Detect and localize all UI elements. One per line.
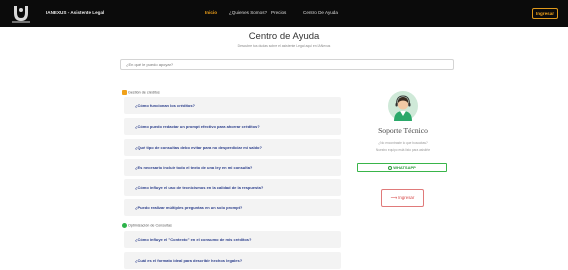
search-input[interactable] bbox=[120, 59, 454, 70]
section-title-label: Gestión de créditos bbox=[128, 90, 160, 95]
faq-item[interactable]: ¿Qué tipo de consultas debo evitar para … bbox=[124, 139, 341, 156]
section-title-label: Optimización de Consultas bbox=[128, 223, 172, 228]
nav-link-precios[interactable]: Precios bbox=[271, 10, 286, 15]
faq-item[interactable]: ¿Puedo realizar múltiples preguntas en u… bbox=[124, 199, 341, 216]
support-title: Soporte Técnico bbox=[378, 126, 428, 135]
section-title-optimizacion-consultas: Optimización de Consultas bbox=[122, 223, 172, 228]
faq-question[interactable]: ¿Cuál es el formato ideal para describir… bbox=[135, 258, 242, 263]
nav-link-centro-de-ayuda[interactable]: Centro De Ayuda bbox=[303, 10, 338, 15]
section-title-gestion-creditos: Gestión de créditos bbox=[122, 90, 160, 95]
support-text: ¿No encontraste lo que buscabas? bbox=[378, 141, 428, 145]
login-arrow-icon: ⟶ bbox=[390, 195, 397, 200]
support-text: Nuestro equipo está listo para asistirte bbox=[375, 148, 431, 152]
faq-question[interactable]: ¿Puedo realizar múltiples preguntas en u… bbox=[135, 205, 242, 210]
check-circle-icon bbox=[122, 223, 127, 228]
support-login-label: Ingresar bbox=[398, 195, 415, 200]
page-subtitle: Descubre tus dudas sobre el asistente Le… bbox=[237, 44, 331, 48]
whatsapp-icon bbox=[388, 165, 393, 170]
faq-item[interactable]: ¿Cómo puedo redactar un prompt efectivo … bbox=[124, 118, 341, 135]
coin-icon bbox=[122, 90, 127, 95]
support-login-button[interactable]: ⟶ Ingresar bbox=[381, 189, 424, 207]
support-agent-icon bbox=[388, 91, 418, 121]
nav-link-quienes-somos[interactable]: ¿Quienes Somos? bbox=[229, 10, 267, 15]
login-button[interactable]: Ingresar bbox=[532, 8, 558, 19]
faq-item[interactable]: ¿Cuál es el formato ideal para describir… bbox=[124, 252, 341, 269]
faq-item[interactable]: ¿Es necesario incluir todo el texto de u… bbox=[124, 159, 341, 176]
page-title: Centro de Ayuda bbox=[248, 31, 320, 42]
faq-question[interactable]: ¿Qué tipo de consultas debo evitar para … bbox=[135, 145, 262, 150]
faq-question[interactable]: ¿Cómo influye el uso de tecnicismos en l… bbox=[135, 185, 263, 190]
faq-question[interactable]: ¿Cómo influye el "Contexto" en el consum… bbox=[135, 237, 251, 242]
faq-question[interactable]: ¿Cómo funcionan los créditos? bbox=[135, 103, 195, 108]
ianexus-logo-icon[interactable] bbox=[10, 3, 32, 25]
whatsapp-button[interactable]: WHATSAPP bbox=[357, 163, 447, 172]
faq-item[interactable]: ¿Cómo influye el uso de tecnicismos en l… bbox=[124, 179, 341, 196]
navbar: IANEXUS - Asistente Legal Inicio ¿Quiene… bbox=[0, 0, 568, 27]
brand-name[interactable]: IANEXUS - Asistente Legal bbox=[46, 10, 104, 15]
faq-item[interactable]: ¿Cómo influye el "Contexto" en el consum… bbox=[124, 231, 341, 248]
faq-question[interactable]: ¿Es necesario incluir todo el texto de u… bbox=[135, 165, 252, 170]
nav-link-inicio[interactable]: Inicio bbox=[205, 10, 217, 15]
whatsapp-label: WHATSAPP bbox=[393, 165, 416, 170]
faq-item[interactable]: ¿Cómo funcionan los créditos? bbox=[124, 97, 341, 114]
faq-question[interactable]: ¿Cómo puedo redactar un prompt efectivo … bbox=[135, 124, 260, 129]
